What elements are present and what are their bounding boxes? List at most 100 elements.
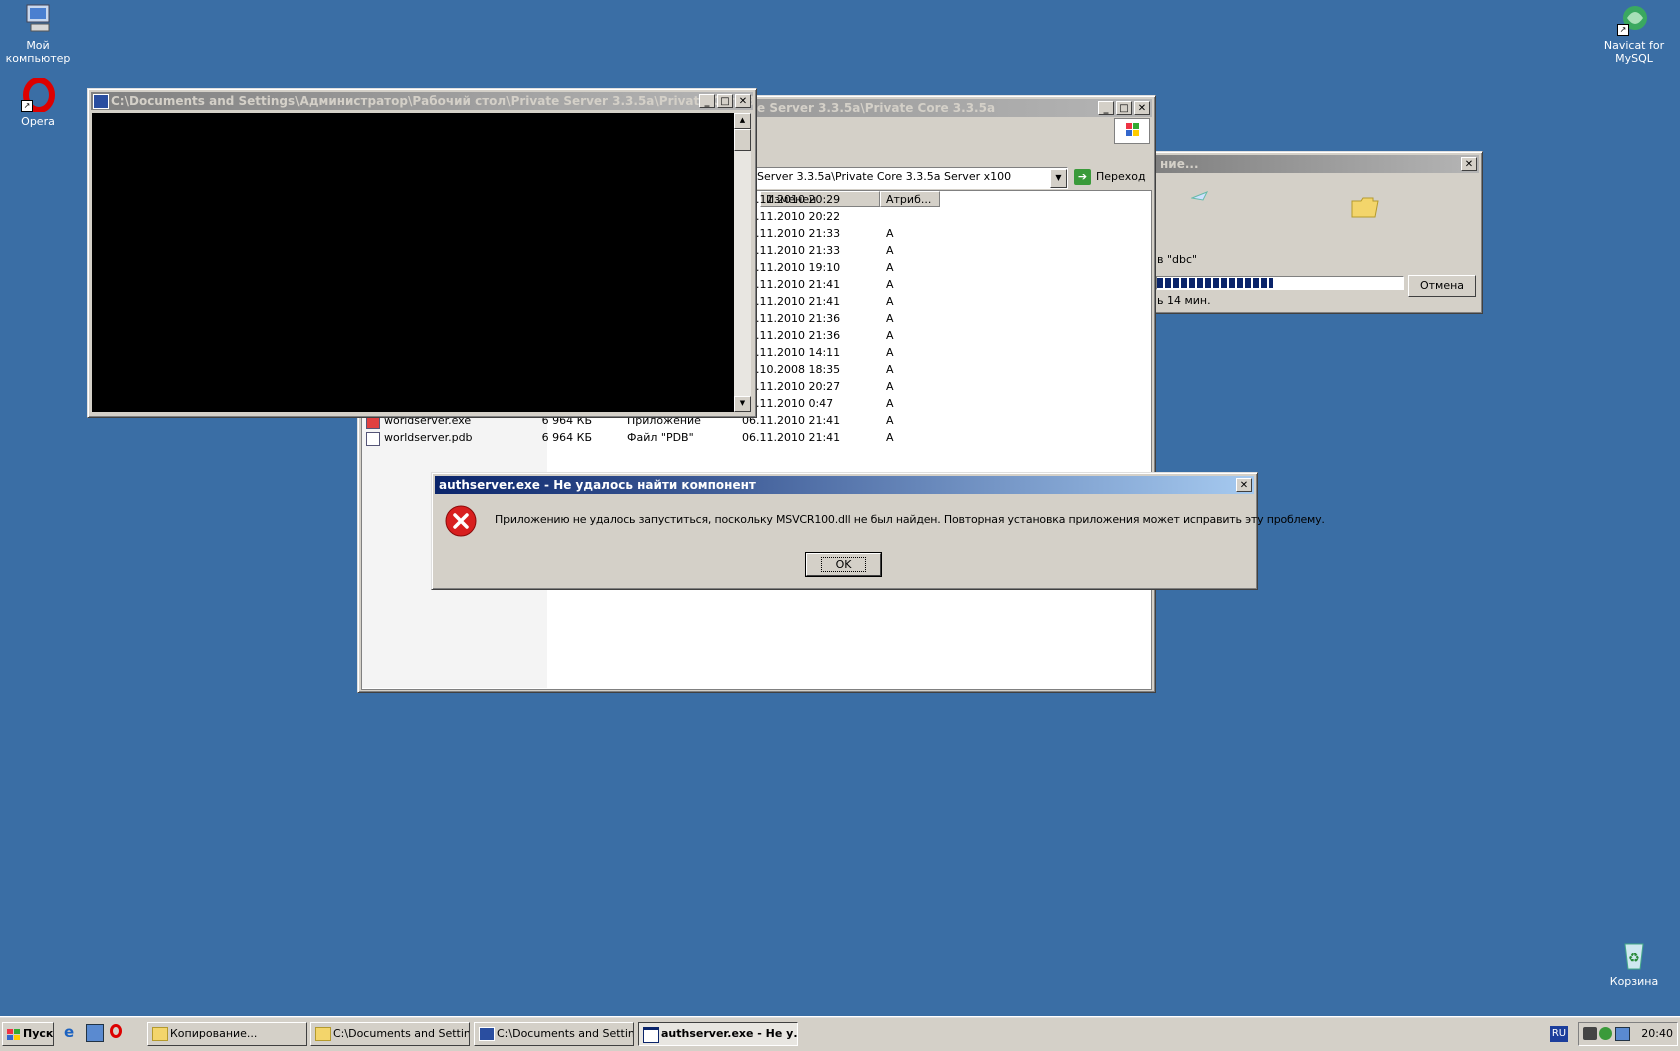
language-label: RU xyxy=(1551,1028,1567,1039)
taskbar-button-console[interactable]: C:\Documents and Settin... xyxy=(474,1022,634,1046)
file-attr: A xyxy=(886,329,894,342)
start-button[interactable]: Пуск xyxy=(2,1022,54,1046)
copy-progress-bar xyxy=(1156,276,1404,290)
folder-icon xyxy=(1351,196,1379,221)
file-attr: A xyxy=(886,295,894,308)
maximize-button[interactable]: □ xyxy=(717,94,733,108)
recycle-bin-icon: ♻ xyxy=(1617,938,1651,972)
console-app-icon xyxy=(93,94,109,109)
file-row[interactable]: worldserver.pdb 6 964 КБ Файл "PDB" 06.11.2… xyxy=(362,430,1142,446)
desktop-icon-opera[interactable]: ↗ Opera xyxy=(0,77,78,128)
desktop-icon-label: Корзина xyxy=(1609,975,1659,988)
address-bar[interactable]: Server 3.3.5a\Private Core 3.3.5a Server… xyxy=(754,167,1068,189)
scroll-thumb[interactable] xyxy=(734,129,751,151)
windows-flag-icon xyxy=(7,1027,21,1040)
desktop-icon-my-computer[interactable]: Мой компьютер xyxy=(0,2,78,65)
show-desktop-icon[interactable] xyxy=(86,1024,104,1042)
desktop-icon-recycle-bin[interactable]: ♻ Корзина xyxy=(1594,938,1674,988)
ok-button-label: OK xyxy=(820,557,867,572)
go-button-label: Переход xyxy=(1096,170,1146,183)
folder-icon xyxy=(152,1027,168,1041)
console-title: C:\Documents and Settings\Администратор\… xyxy=(111,94,753,108)
minimize-button[interactable]: _ xyxy=(1098,101,1114,115)
opera-icon[interactable] xyxy=(110,1024,122,1038)
taskbar-button-label: C:\Documents and Settin... xyxy=(497,1027,634,1040)
file-attr: A xyxy=(886,380,894,393)
svg-text:♻: ♻ xyxy=(1628,951,1640,966)
language-indicator[interactable]: RU xyxy=(1550,1026,1568,1042)
address-text: Server 3.3.5a\Private Core 3.3.5a Server… xyxy=(757,170,1012,183)
cancel-button[interactable]: Отмена xyxy=(1408,275,1476,297)
opera-icon: ↗ xyxy=(21,77,55,113)
desktop-icon-navicat[interactable]: ↗ Navicat for MySQL xyxy=(1594,2,1674,65)
console-app-icon xyxy=(479,1027,495,1041)
go-button[interactable]: ➔ Переход xyxy=(1074,167,1146,187)
scroll-up-button[interactable]: ▲ xyxy=(734,113,751,129)
tray-monitor-icon[interactable] xyxy=(1615,1027,1630,1041)
taskbar-button-explorer[interactable]: C:\Documents and Settin... xyxy=(310,1022,470,1046)
copy-progress-fill xyxy=(1157,278,1273,288)
system-tray: 20:40 xyxy=(1578,1022,1678,1046)
copy-time-remaining: ь 14 мин. xyxy=(1157,294,1211,307)
file-attr: A xyxy=(886,397,894,410)
error-message: Приложению не удалось запуститься, поско… xyxy=(495,513,1325,526)
file-attr: A xyxy=(886,227,894,240)
minimize-button[interactable]: _ xyxy=(699,94,715,108)
start-label: Пуск xyxy=(23,1027,54,1040)
shortcut-arrow-icon: ↗ xyxy=(21,100,33,112)
error-icon xyxy=(445,505,477,540)
navicat-icon: ↗ xyxy=(1617,2,1651,36)
error-dialog-title: authserver.exe - Не удалось найти компон… xyxy=(439,478,756,492)
cancel-button-label: Отмена xyxy=(1419,279,1465,292)
internet-explorer-icon[interactable]: e xyxy=(64,1024,80,1040)
file-name: worldserver.pdb xyxy=(384,431,473,444)
paper-fly-icon xyxy=(1190,190,1209,205)
tray-safely-remove-icon[interactable] xyxy=(1599,1027,1612,1040)
file-icon xyxy=(366,432,380,446)
copy-destination-text: в "dbc" xyxy=(1157,253,1198,266)
address-dropdown-button[interactable]: ▼ xyxy=(1050,169,1067,188)
error-dialog-titlebar: authserver.exe - Не удалось найти компон… xyxy=(435,476,1254,494)
desktop-icon-label: Opera xyxy=(21,115,55,128)
copy-dialog-title: ние... xyxy=(1160,157,1199,171)
close-button[interactable]: ✕ xyxy=(1236,478,1252,492)
file-attr: A xyxy=(886,346,894,359)
file-attr: A xyxy=(886,278,894,291)
taskbar-button-label: Копирование... xyxy=(170,1027,258,1040)
file-attr: A xyxy=(886,363,894,376)
file-attr: A xyxy=(886,431,894,444)
taskbar-button-label: authserver.exe - Не у... xyxy=(661,1027,798,1040)
quicklaunch: e xyxy=(64,1024,122,1042)
console-scrollbar[interactable]: ▲ ▼ xyxy=(734,113,751,412)
taskbar-button-label: C:\Documents and Settin... xyxy=(333,1027,470,1040)
close-button[interactable]: ✕ xyxy=(1461,157,1477,171)
file-modified: 06.11.2010 21:41 xyxy=(742,431,841,444)
windows-logo-icon xyxy=(1114,118,1150,144)
tray-network-icon[interactable] xyxy=(1583,1027,1597,1040)
file-attr: A xyxy=(886,414,894,427)
taskbar-button-error[interactable]: authserver.exe - Не у... xyxy=(638,1022,798,1046)
file-attr: A xyxy=(886,261,894,274)
clock[interactable]: 20:40 xyxy=(1641,1027,1673,1040)
explorer-title: e Server 3.3.5a\Private Core 3.3.5a xyxy=(757,101,996,115)
desktop-icon-label: Мой компьютер xyxy=(5,39,71,65)
error-dialog: authserver.exe - Не удалось найти компон… xyxy=(431,472,1325,590)
close-button[interactable]: ✕ xyxy=(735,94,751,108)
folder-icon xyxy=(315,1027,331,1041)
console-output[interactable] xyxy=(92,113,734,412)
ok-button[interactable]: OK xyxy=(805,552,882,577)
desktop-icon-label: Navicat for MySQL xyxy=(1603,39,1665,65)
my-computer-icon xyxy=(21,2,55,36)
console-window: C:\Documents and Settings\Администратор\… xyxy=(87,88,757,418)
close-button[interactable]: ✕ xyxy=(1134,101,1150,115)
file-attr: A xyxy=(886,244,894,257)
shortcut-arrow-icon: ↗ xyxy=(1617,24,1629,36)
maximize-button[interactable]: □ xyxy=(1116,101,1132,115)
go-arrow-icon: ➔ xyxy=(1074,169,1091,185)
window-icon xyxy=(643,1027,659,1043)
file-size: 6 964 КБ xyxy=(541,431,592,444)
copy-dialog: ние... ✕ в "dbc" ь 14 мин. Отмена xyxy=(1152,151,1483,314)
taskbar: Пуск e Копирование... C:\Documents and S… xyxy=(0,1016,1680,1051)
taskbar-button-copy[interactable]: Копирование... xyxy=(147,1022,307,1046)
scroll-down-button[interactable]: ▼ xyxy=(734,396,751,412)
